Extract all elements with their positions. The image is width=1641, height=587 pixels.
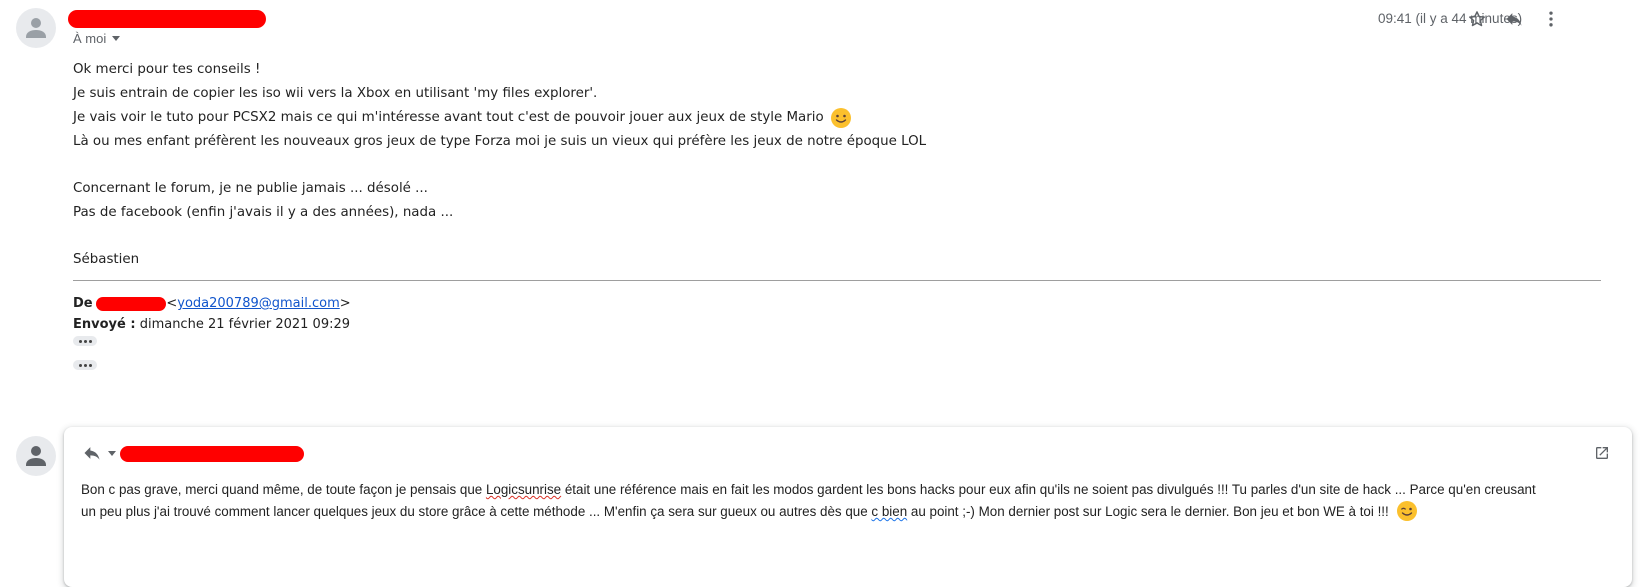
email-close-bracket: > <box>339 296 351 311</box>
reply-composer[interactable]: Bon c pas grave, merci quand même, de to… <box>64 427 1632 587</box>
signature: Sébastien <box>73 252 140 267</box>
show-trimmed-content-button[interactable] <box>73 360 97 370</box>
person-icon <box>26 446 46 466</box>
body-line: Je suis entrain de copier les iso wii ve… <box>73 86 598 101</box>
recipient-label: À moi <box>73 31 107 46</box>
body-line: Concernant le forum, je ne publie jamais… <box>73 181 428 196</box>
reply-body-editor[interactable]: Bon c pas grave, merci quand même, de to… <box>81 479 1541 523</box>
reply-icon[interactable] <box>1501 6 1527 32</box>
redacted-recipient <box>120 446 304 462</box>
redacted-quoted-sender <box>96 296 167 311</box>
popout-icon[interactable] <box>1594 445 1610 466</box>
grammar-flagged-phrase[interactable]: c bien <box>871 504 907 519</box>
message-body: Ok merci pour tes conseils ! Je suis ent… <box>73 58 926 272</box>
quoted-from-line: De : < yoda200789@gmail.com > <box>73 296 351 311</box>
recipient-dropdown[interactable]: À moi <box>73 31 121 46</box>
redacted-sender-name <box>68 10 266 28</box>
more-vert-icon[interactable] <box>1538 6 1564 32</box>
reply-text-part: Bon c pas grave, merci quand même, de to… <box>81 482 486 497</box>
body-line: Pas de facebook (enfin j'avais il y a de… <box>73 205 454 220</box>
misspelled-word[interactable]: Logicsunrise <box>486 482 561 497</box>
quote-divider <box>73 280 1601 281</box>
self-avatar[interactable] <box>16 436 56 476</box>
body-line-with-emoji: Je vais voir le tuto pour PCSX2 mais ce … <box>73 106 926 130</box>
smile-emoji-icon <box>830 108 851 128</box>
quoted-sent-line: Envoyé : dimanche 21 février 2021 09:29 <box>73 317 350 332</box>
quoted-sender-email-link[interactable]: yoda200789@gmail.com <box>177 296 340 311</box>
body-line: Ok merci pour tes conseils ! <box>73 62 261 77</box>
sender-avatar[interactable] <box>16 8 56 48</box>
wink-emoji-icon <box>1397 500 1418 521</box>
quoted-sent-value: dimanche 21 février 2021 09:29 <box>139 317 351 332</box>
reply-icon <box>84 447 100 460</box>
body-line-text: Je vais voir le tuto pour PCSX2 mais ce … <box>73 110 824 125</box>
reply-type-dropdown[interactable] <box>82 443 116 463</box>
star-icon[interactable] <box>1464 6 1490 32</box>
person-icon <box>26 18 46 38</box>
email-open-bracket: < <box>166 296 178 311</box>
chevron-down-icon <box>112 36 121 41</box>
chevron-down-icon <box>108 450 116 456</box>
reply-text-part: au point ;-) Mon dernier post sur Logic … <box>907 504 1389 519</box>
body-line: Là ou mes enfant préfèrent les nouveaux … <box>73 134 927 149</box>
quoted-sent-label: Envoyé : <box>73 317 136 332</box>
show-trimmed-content-button[interactable] <box>73 336 97 346</box>
